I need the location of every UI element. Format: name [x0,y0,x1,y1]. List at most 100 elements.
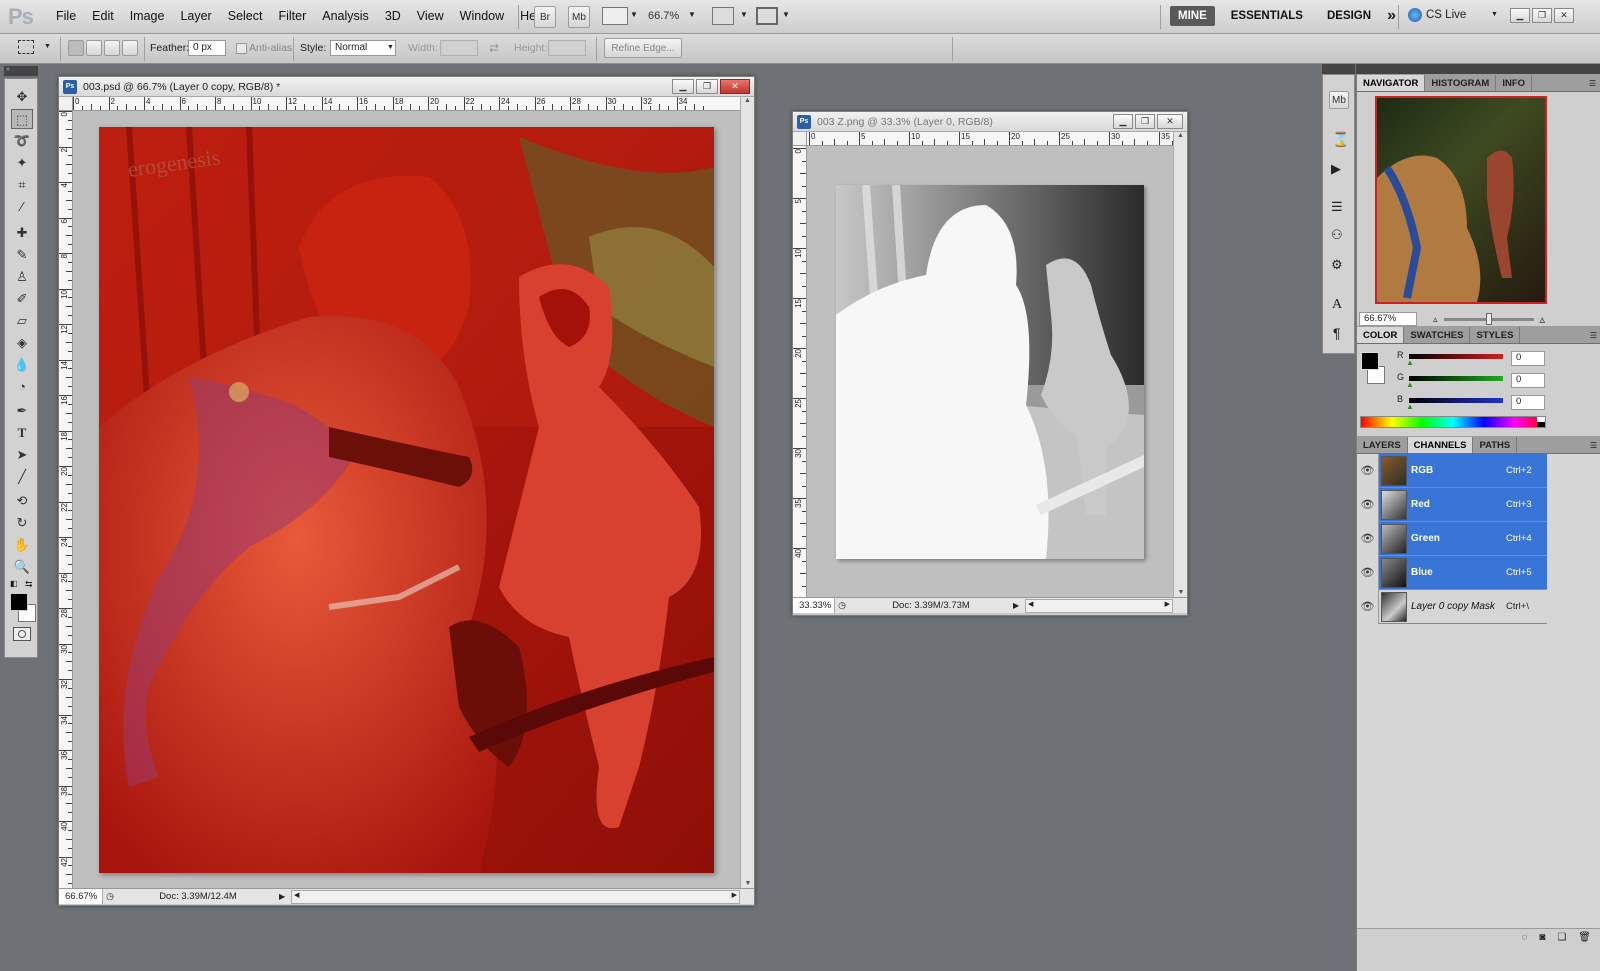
scroll-left-icon[interactable]: ◀ [1028,600,1033,608]
workspace-mine[interactable]: MINE [1170,6,1215,26]
horizontal-scrollbar[interactable]: ◀ ▶ [1025,598,1173,613]
zoom-tool-icon[interactable]: 🔍 [11,557,33,577]
mini-bridge-panel-icon[interactable]: Mb [1329,91,1349,109]
arrange-documents-icon[interactable] [712,7,734,25]
document-title-bar[interactable]: Ps 003.psd @ 66.7% (Layer 0 copy, RGB/8)… [59,77,754,97]
status-info-icon[interactable]: ◷ [835,600,849,611]
chevron-down-icon[interactable]: ▼ [782,10,790,19]
swap-colors-icon[interactable]: ⇆ [25,579,33,590]
eye-icon[interactable]: 👁 [1357,521,1379,556]
mini-bridge-button[interactable]: Mb [568,6,590,28]
channel-row[interactable]: 👁 Red Ctrl+3 [1357,487,1547,522]
menu-select[interactable]: Select [220,9,271,23]
document-title-bar[interactable]: Ps 003 Z.png @ 33.3% (Layer 0, RGB/8) ▁ … [793,112,1187,132]
color-channel-value[interactable]: 0 [1511,395,1545,410]
close-button[interactable]: ✕ [720,79,750,94]
horizontal-scrollbar[interactable]: ◀ ▶ [291,889,740,904]
scroll-right-icon[interactable]: ▶ [1165,600,1170,608]
panel-menu-icon[interactable]: ☰ [1586,441,1600,453]
default-colors-icon[interactable]: ◧ [10,579,18,588]
menu-image[interactable]: Image [122,9,173,23]
healing-brush-tool-icon[interactable]: ✚ [11,223,33,243]
scroll-down-icon[interactable]: ▼ [741,880,755,887]
status-menu-arrow-icon[interactable]: ▶ [279,892,291,901]
tab-paths[interactable]: PATHS [1473,437,1518,453]
tab-color[interactable]: COLOR [1357,327,1405,343]
zoom-out-icon[interactable]: ▵ [1433,314,1438,325]
canvas-area[interactable] [807,146,1173,598]
ruler-origin[interactable] [793,132,807,146]
menu-3d[interactable]: 3D [377,9,409,23]
swap-icon[interactable]: ⇄ [489,41,499,55]
menu-filter[interactable]: Filter [270,9,314,23]
clone-source-panel-icon[interactable]: ⚙ [1331,257,1343,273]
subtract-from-selection-icon[interactable] [104,40,120,56]
3d-rotate-tool-icon[interactable]: ⟲ [11,491,33,511]
image-canvas[interactable]: erogenesis [99,127,714,873]
zoom-level[interactable]: 66.7% [648,10,679,22]
scroll-up-icon[interactable]: ▲ [1174,132,1187,139]
minimize-button[interactable]: ▁ [1113,114,1133,129]
chevron-down-icon[interactable]: ▼ [740,10,748,19]
chevron-down-icon[interactable]: ▼ [630,10,638,19]
feather-input[interactable]: 0 px [188,40,226,56]
add-to-selection-icon[interactable] [86,40,102,56]
history-brush-tool-icon[interactable]: ✐ [11,289,33,309]
3d-orbit-tool-icon[interactable]: ↻ [11,513,33,533]
workspace-essentials[interactable]: ESSENTIALS [1223,6,1311,26]
close-button[interactable]: ✕ [1157,114,1183,129]
blur-tool-icon[interactable]: 💧 [11,355,33,375]
vertical-ruler[interactable]: 0 2 4 6 8 10 12 14 16 18 20 22 24 26 28 30 32 34 36 38 40 42 [59,111,73,889]
image-canvas[interactable] [836,185,1144,559]
workspace-design[interactable]: DESIGN [1319,6,1379,26]
path-selection-tool-icon[interactable]: ➤ [11,445,33,465]
navigator-zoom-field[interactable]: 66.67% [1359,312,1417,326]
status-info-icon[interactable]: ◷ [103,891,117,902]
color-foreground-swatch[interactable] [1361,352,1379,370]
anti-alias-checkbox[interactable] [236,43,247,54]
chevron-down-icon[interactable]: ▼ [688,10,696,19]
eyedropper-tool-icon[interactable]: ⁄ [11,197,33,217]
tools-panel-header[interactable]: » [4,66,38,76]
eye-icon[interactable]: 👁 [1357,487,1379,522]
intersect-selection-icon[interactable] [122,40,138,56]
slider-handle-icon[interactable]: ▲ [1406,380,1414,389]
vertical-scrollbar[interactable]: ▲ ▼ [1173,132,1187,598]
delete-channel-icon[interactable]: 🗑 [1578,932,1591,943]
right-dock-header[interactable] [1356,64,1600,74]
new-channel-icon[interactable]: ❏ [1557,932,1566,943]
close-app-button[interactable]: ✕ [1554,8,1574,23]
cs-live-icon[interactable] [1408,8,1422,22]
scroll-left-icon[interactable]: ◀ [294,891,299,899]
navigator-preview[interactable] [1375,96,1547,304]
width-input[interactable] [440,40,478,56]
minimize-app-button[interactable]: ▁ [1510,8,1530,23]
rectangular-marquee-icon[interactable] [18,40,34,54]
scroll-down-icon[interactable]: ▼ [1174,589,1188,596]
scroll-up-icon[interactable]: ▲ [741,97,754,104]
dodge-tool-icon[interactable]: ◔ [11,377,33,397]
expand-icon[interactable]: » [6,66,10,73]
color-channel-track[interactable] [1409,354,1503,359]
eye-icon[interactable]: 👁 [1357,589,1379,624]
history-panel-icon[interactable]: ⌛ [1332,131,1349,148]
move-tool-icon[interactable]: ✥ [11,87,33,107]
scroll-right-icon[interactable]: ▶ [732,891,737,899]
maximize-button[interactable]: ❐ [696,79,718,94]
maximize-button[interactable]: ❐ [1135,114,1155,129]
character-panel-icon[interactable]: A [1332,297,1342,313]
height-input[interactable] [548,40,586,56]
lasso-tool-icon[interactable]: ➰ [11,131,33,151]
channel-row[interactable]: 👁 Layer 0 copy Mask Ctrl+\ [1357,589,1547,624]
type-tool-icon[interactable]: T [11,423,33,443]
quick-mask-icon[interactable] [13,627,31,641]
paragraph-panel-icon[interactable]: ¶ [1333,325,1341,341]
panel-menu-icon[interactable]: ☰ [1586,331,1600,343]
tab-histogram[interactable]: HISTOGRAM [1425,75,1497,91]
eye-icon[interactable]: 👁 [1357,555,1379,590]
color-channel-track[interactable] [1409,376,1503,381]
menu-layer[interactable]: Layer [172,9,219,23]
color-channel-track[interactable] [1409,398,1503,403]
chevron-down-icon[interactable]: ▼ [387,44,394,51]
menu-edit[interactable]: Edit [84,9,122,23]
